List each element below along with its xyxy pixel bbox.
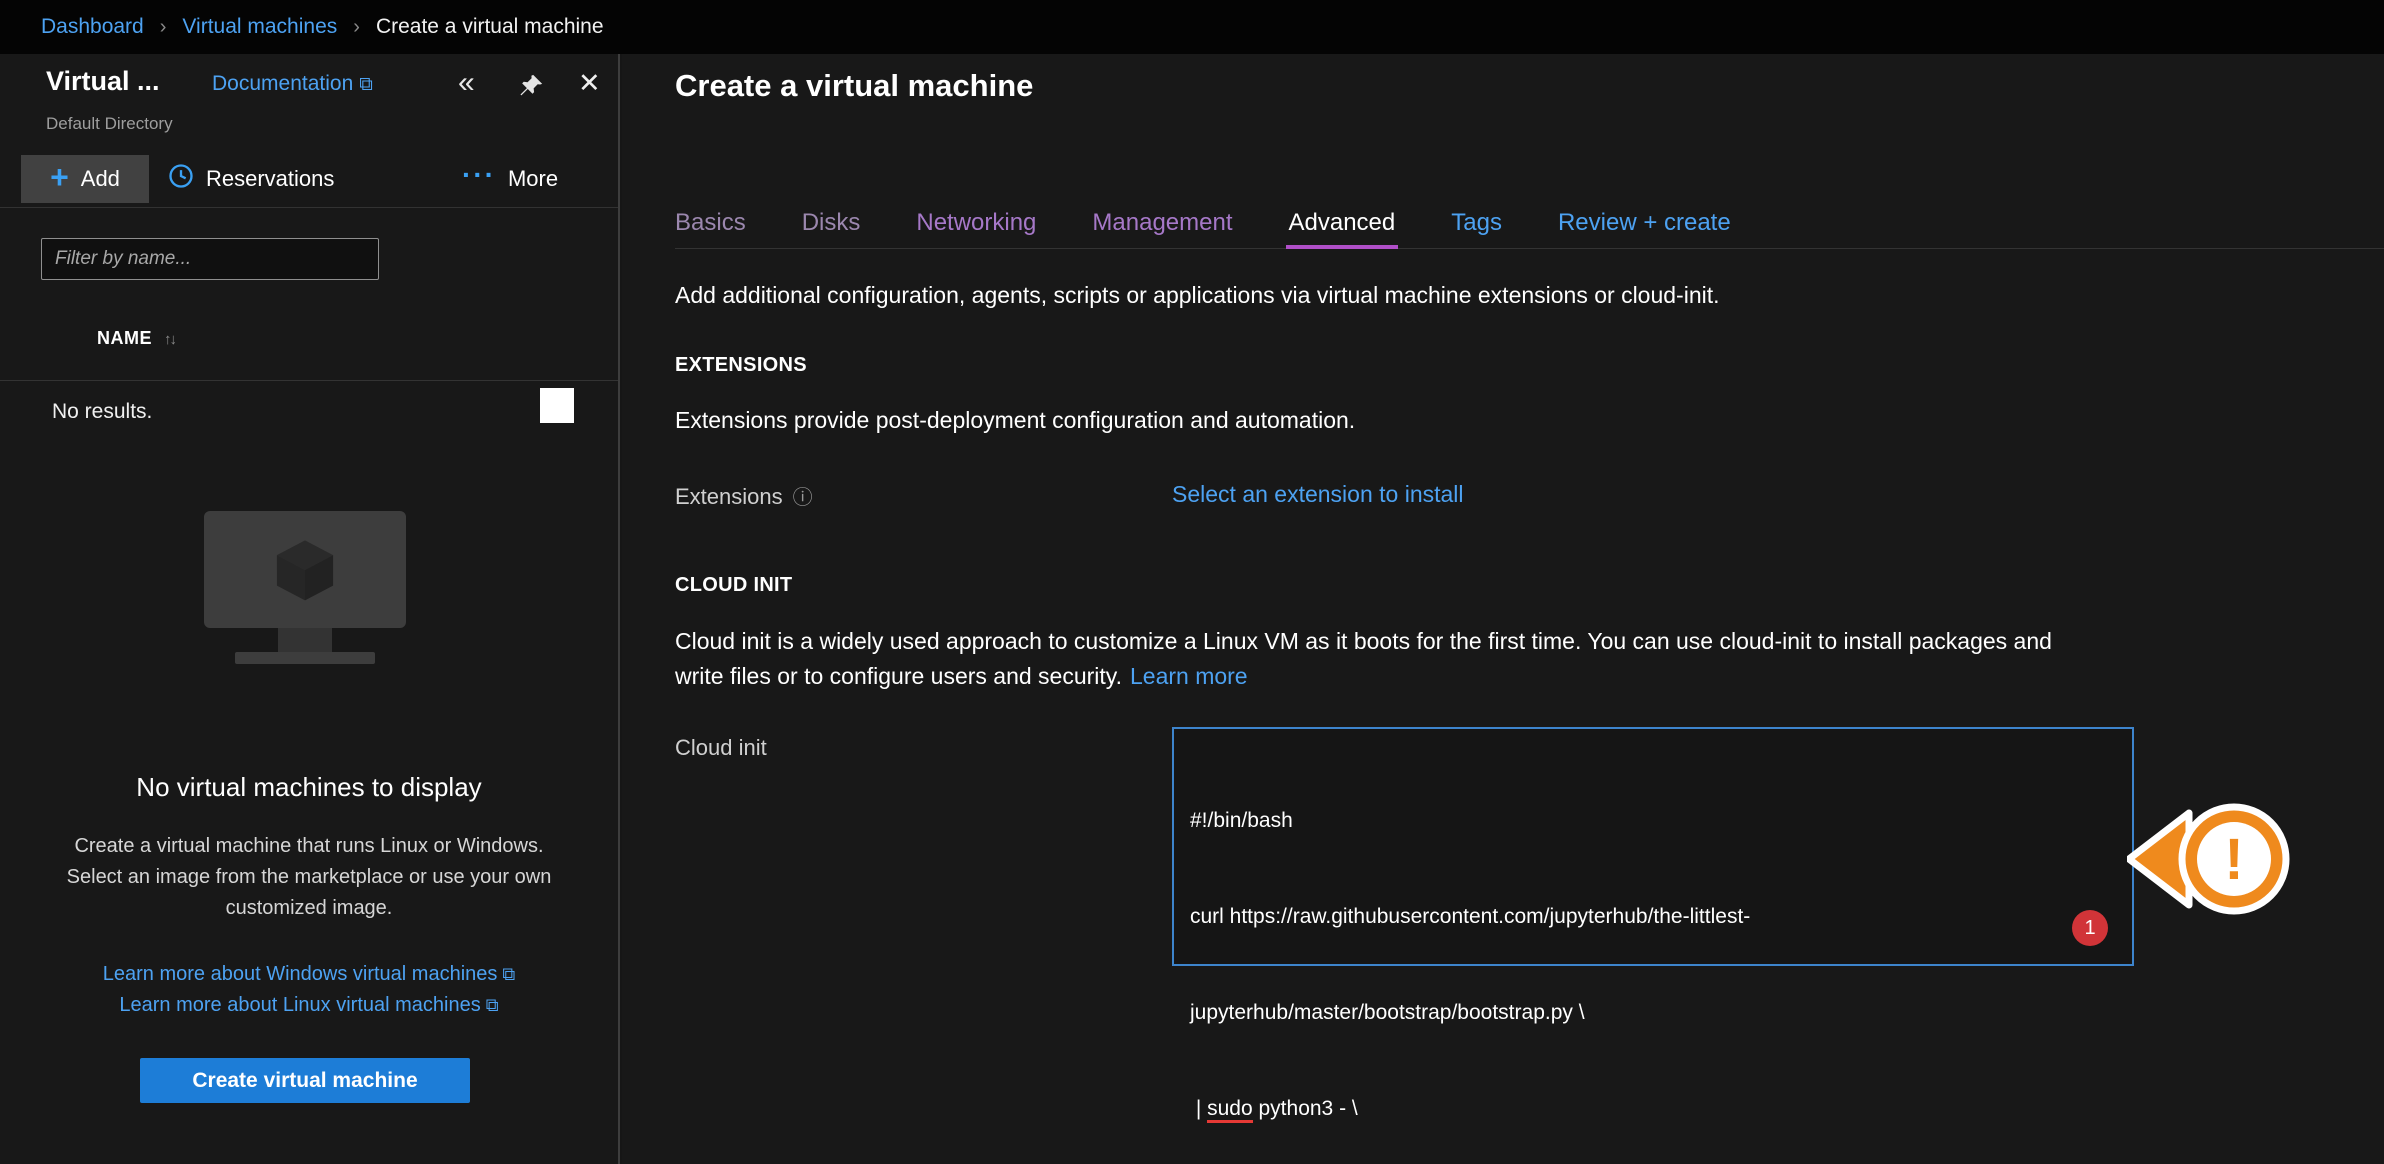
empty-vm-illustration	[204, 511, 406, 664]
documentation-link[interactable]: Documentation⧉	[212, 72, 373, 96]
vm-cube-icon	[266, 531, 344, 609]
panel-title: Virtual ...	[46, 66, 160, 97]
tab-networking[interactable]: Networking	[916, 197, 1036, 248]
tab-management[interactable]: Management	[1092, 197, 1232, 248]
tab-review-create[interactable]: Review + create	[1558, 197, 1731, 248]
tab-disks[interactable]: Disks	[802, 197, 861, 248]
create-virtual-machine-button[interactable]: Create virtual machine	[140, 1058, 470, 1103]
azure-portal: Dashboard › Virtual machines › Create a …	[0, 0, 2384, 1164]
cloud-init-description: Cloud init is a widely used approach to …	[675, 624, 2085, 694]
error-count-badge: 1	[2072, 910, 2108, 946]
callout-arrow-icon	[2129, 813, 2189, 905]
empty-state-heading: No virtual machines to display	[20, 772, 598, 803]
tab-bar: Basics Disks Networking Management Advan…	[675, 197, 2384, 249]
exclamation-icon: !	[2224, 827, 2243, 892]
tab-tags[interactable]: Tags	[1451, 197, 1502, 248]
name-column-header[interactable]: NAME↑↓	[97, 328, 175, 349]
code-line: jupyterhub/master/bootstrap/bootstrap.py…	[1190, 997, 2116, 1029]
external-link-icon: ⧉	[359, 74, 373, 95]
extensions-field-label: Extensionsⓘ	[675, 481, 813, 510]
breadcrumb-dashboard[interactable]: Dashboard	[41, 15, 144, 39]
create-vm-blade: Create a virtual machine Basics Disks Ne…	[622, 54, 2384, 1164]
close-panel-icon[interactable]: ✕	[578, 68, 601, 99]
select-extension-link[interactable]: Select an extension to install	[1172, 481, 1464, 508]
sort-icon: ↑↓	[164, 331, 175, 348]
advanced-intro-text: Add additional configuration, agents, sc…	[675, 282, 1720, 309]
cloud-init-field-label: Cloud init	[675, 735, 767, 761]
filter-by-name-input[interactable]	[41, 238, 379, 280]
external-link-icon: ⧉	[502, 964, 515, 984]
page-title: Create a virtual machine	[675, 68, 1033, 104]
monitor-base	[235, 652, 375, 664]
external-link-icon: ⧉	[486, 995, 499, 1015]
learn-linux-link[interactable]: Learn more about Linux virtual machines⧉	[0, 990, 618, 1021]
tab-basics[interactable]: Basics	[675, 197, 746, 248]
more-button[interactable]: ··· More	[462, 150, 558, 208]
breadcrumb: Dashboard › Virtual machines › Create a …	[0, 0, 2384, 54]
clock-icon	[167, 162, 195, 196]
no-results-text: No results.	[52, 400, 152, 424]
ellipsis-icon: ···	[462, 161, 496, 189]
pin-icon[interactable]	[518, 72, 545, 104]
select-checkbox[interactable]	[540, 388, 574, 423]
cloud-init-editor[interactable]: #!/bin/bash curl https://raw.githubuserc…	[1172, 727, 2134, 966]
directory-label: Default Directory	[46, 114, 173, 134]
add-button[interactable]: + Add	[21, 155, 149, 203]
panel-toolbar: + Add Reservations ··· More	[0, 150, 618, 208]
misspelled-word: sudo	[1207, 1097, 1253, 1123]
cloud-init-section-header: CLOUD INIT	[675, 574, 792, 597]
code-line: #!/bin/bash	[1190, 805, 2116, 837]
attention-callout: !	[2127, 787, 2307, 932]
monitor-icon	[204, 511, 406, 628]
extensions-description: Extensions provide post-deployment confi…	[675, 407, 1355, 434]
extensions-section-header: EXTENSIONS	[675, 354, 807, 377]
breadcrumb-separator-icon: ›	[160, 16, 167, 39]
virtual-machines-panel: Virtual ... Documentation⧉ « ✕ Default D…	[0, 54, 620, 1164]
code-line: | sudo python3 - \	[1190, 1093, 2116, 1125]
list-divider	[0, 380, 618, 381]
empty-state-description: Create a virtual machine that runs Linux…	[58, 831, 560, 924]
empty-state-links: Learn more about Windows virtual machine…	[0, 959, 618, 1021]
collapse-panel-icon[interactable]: «	[458, 66, 475, 100]
info-icon: ⓘ	[793, 487, 813, 509]
learn-windows-link[interactable]: Learn more about Windows virtual machine…	[0, 959, 618, 990]
reservations-button[interactable]: Reservations	[167, 150, 334, 208]
learn-more-link[interactable]: Learn more	[1130, 663, 1248, 689]
plus-icon: +	[50, 161, 69, 193]
tab-advanced[interactable]: Advanced	[1289, 197, 1396, 248]
breadcrumb-virtual-machines[interactable]: Virtual machines	[182, 15, 337, 39]
breadcrumb-separator-icon: ›	[353, 16, 360, 39]
monitor-stand	[278, 628, 332, 652]
code-line: curl https://raw.githubusercontent.com/j…	[1190, 901, 2116, 933]
breadcrumb-current: Create a virtual machine	[376, 15, 604, 39]
